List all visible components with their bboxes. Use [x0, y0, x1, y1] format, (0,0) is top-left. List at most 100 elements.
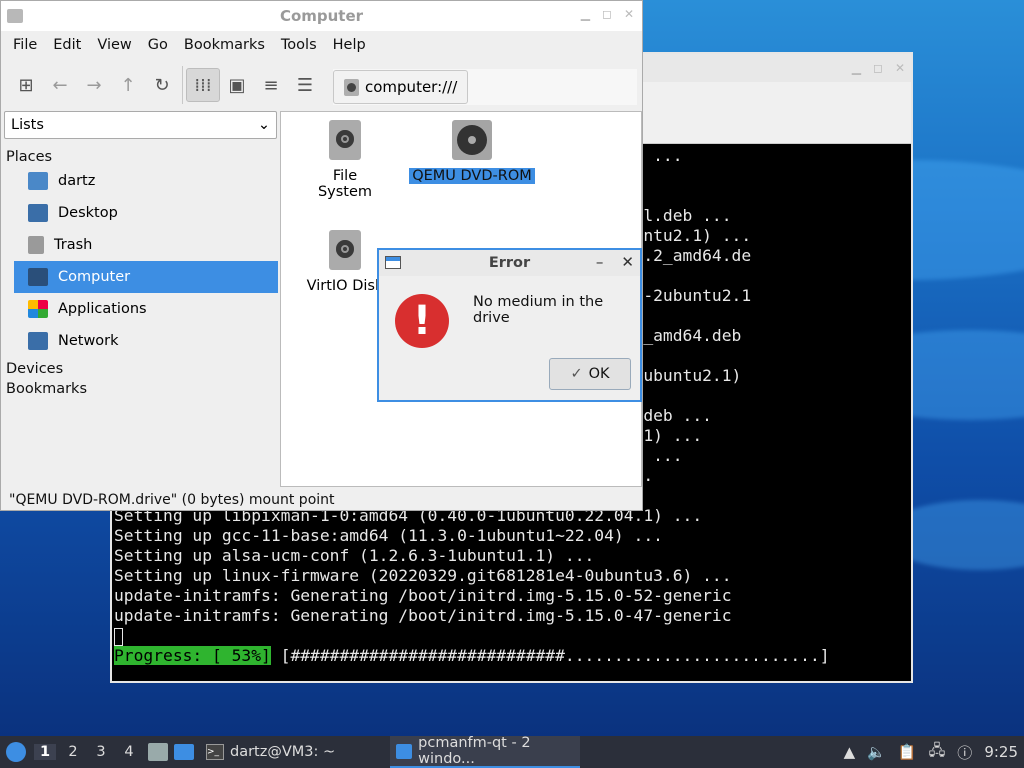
path-bar[interactable]: computer:///: [333, 69, 637, 105]
place-dartz[interactable]: dartz: [14, 165, 278, 197]
clipboard-icon[interactable]: 📋: [898, 743, 917, 761]
workspace-3[interactable]: 3: [90, 744, 112, 760]
harddisk-icon: [329, 120, 361, 160]
thumbnail-view-icon[interactable]: ▣: [220, 68, 254, 102]
home-folder-icon: [28, 172, 48, 190]
reload-icon[interactable]: ↻: [145, 68, 179, 102]
menu-file[interactable]: File: [5, 37, 45, 53]
up-arrow-icon[interactable]: ↑: [111, 68, 145, 102]
menu-view[interactable]: View: [89, 37, 139, 53]
workspace-2[interactable]: 2: [62, 744, 84, 760]
task-terminal[interactable]: >_ dartz@VM3: ~: [200, 736, 390, 768]
workspace-1[interactable]: 1: [34, 744, 56, 760]
terminal-cursor: [114, 627, 123, 646]
places-heading[interactable]: Places: [4, 149, 278, 165]
update-notifier-icon[interactable]: ▲: [844, 743, 856, 761]
menu-edit[interactable]: Edit: [45, 37, 89, 53]
item-virtio-disk[interactable]: VirtIO Disk: [305, 230, 385, 294]
item-qemu-dvd-rom[interactable]: QEMU DVD-ROM: [409, 120, 535, 184]
computer-icon: [28, 268, 48, 286]
notification-icon[interactable]: ⓘ: [957, 742, 972, 763]
compact-view-icon[interactable]: ≡: [254, 68, 288, 102]
place-label: Applications: [58, 301, 147, 317]
dvd-icon: [452, 120, 492, 160]
harddisk-icon: [344, 78, 359, 96]
place-computer[interactable]: Computer: [14, 261, 278, 293]
side-pane-mode-select[interactable]: Lists ⌄: [4, 111, 277, 139]
chevron-down-icon: ⌄: [257, 117, 270, 133]
window-icon: [385, 256, 401, 269]
desktop-icon: [28, 204, 48, 222]
file-manager-launcher-icon[interactable]: [148, 743, 168, 761]
minimize-icon[interactable]: ▁: [852, 61, 861, 75]
task-label: pcmanfm-qt - 2 windo...: [418, 735, 531, 767]
terminal-line: Setting up alsa-ucm-conf (1.2.6.3-1ubunt…: [114, 546, 595, 565]
menu-tools[interactable]: Tools: [273, 37, 325, 53]
system-tray: ▲ 🔈 📋 🖧 ⓘ 9:25: [844, 740, 1024, 765]
maximize-icon[interactable]: ◻: [602, 7, 612, 21]
network-icon: [28, 332, 48, 350]
window-title: Computer: [279, 7, 364, 25]
place-label: Computer: [58, 269, 131, 285]
side-pane-mode-value: Lists: [11, 117, 44, 133]
item-label: QEMU DVD-ROM: [409, 168, 535, 184]
toolbar: ⊞ ← → ↑ ↻ ⁞⁞⁞ ▣ ≡ ☰ computer:///: [1, 59, 642, 111]
new-tab-icon[interactable]: ⊞: [9, 68, 43, 102]
progress-bar: [############################...........…: [270, 646, 830, 665]
place-label: Desktop: [58, 205, 118, 221]
close-icon[interactable]: ✕: [621, 253, 634, 271]
place-label: Trash: [54, 237, 93, 253]
menubar: File Edit View Go Bookmarks Tools Help: [1, 31, 642, 59]
forward-arrow-icon[interactable]: →: [77, 68, 111, 102]
menu-go[interactable]: Go: [140, 37, 176, 53]
path-segment[interactable]: computer:///: [333, 70, 469, 104]
minimize-icon[interactable]: –: [596, 253, 604, 271]
show-desktop-icon[interactable]: [174, 744, 194, 760]
trash-icon: [28, 236, 44, 254]
minimize-icon[interactable]: ▁: [581, 7, 590, 21]
detail-view-icon[interactable]: ☰: [288, 68, 322, 102]
workspace-4[interactable]: 4: [118, 744, 140, 760]
place-network[interactable]: Network: [14, 325, 278, 357]
place-applications[interactable]: Applications: [14, 293, 278, 325]
terminal-cursor-line: [114, 626, 909, 646]
lubuntu-logo-icon: [6, 742, 26, 762]
taskbar: 1 2 3 4 >_ dartz@VM3: ~ pcmanfm-qt - 2 w…: [0, 735, 1024, 768]
place-desktop[interactable]: Desktop: [14, 197, 278, 229]
progress-line: Progress: [ 53%] [######################…: [114, 646, 909, 666]
terminal-line: Setting up linux-firmware (20220329.git6…: [114, 566, 732, 585]
harddisk-icon: [329, 230, 361, 270]
close-icon[interactable]: ✕: [624, 7, 634, 21]
ok-button[interactable]: ✓ OK: [549, 358, 631, 390]
icon-view-icon[interactable]: ⁞⁞⁞: [186, 68, 220, 102]
status-bar: "QEMU DVD-ROM.drive" (0 bytes) mount poi…: [9, 492, 335, 508]
terminal-icon: >_: [206, 744, 224, 760]
menu-help[interactable]: Help: [325, 37, 374, 53]
volume-icon[interactable]: 🔈: [867, 743, 886, 761]
bookmarks-heading[interactable]: Bookmarks: [4, 381, 278, 397]
task-pcmanfm[interactable]: pcmanfm-qt - 2 windo...: [390, 735, 580, 768]
item-file-system[interactable]: File System: [305, 120, 385, 200]
dialog-title: Error: [488, 255, 531, 271]
maximize-icon[interactable]: ◻: [873, 61, 883, 75]
workspace-switcher: 1 2 3 4: [32, 736, 142, 768]
error-icon: !: [395, 294, 449, 348]
menu-bookmarks[interactable]: Bookmarks: [176, 37, 273, 53]
network-tray-icon[interactable]: 🖧: [929, 740, 946, 765]
item-label: VirtIO Disk: [306, 278, 384, 294]
window-titlebar: Computer ▁ ◻ ✕: [1, 1, 642, 31]
place-trash[interactable]: Trash: [14, 229, 278, 261]
back-arrow-icon[interactable]: ←: [43, 68, 77, 102]
clock[interactable]: 9:25: [984, 743, 1018, 761]
side-pane: Lists ⌄ Places dartz Desktop Trash Compu…: [4, 111, 278, 487]
terminal-line: Setting up gcc-11-base:amd64 (11.3.0-1ub…: [114, 526, 663, 545]
start-menu-button[interactable]: [0, 736, 32, 768]
place-label: Network: [58, 333, 119, 349]
devices-heading[interactable]: Devices: [4, 361, 278, 377]
error-dialog[interactable]: Error – ✕ ! No medium in the drive ✓ OK: [377, 248, 642, 402]
applications-icon: [28, 300, 48, 318]
dialog-titlebar: Error – ✕: [379, 250, 640, 276]
folder-icon: [396, 743, 413, 759]
folder-icon: [7, 9, 23, 23]
close-icon[interactable]: ✕: [895, 61, 905, 75]
